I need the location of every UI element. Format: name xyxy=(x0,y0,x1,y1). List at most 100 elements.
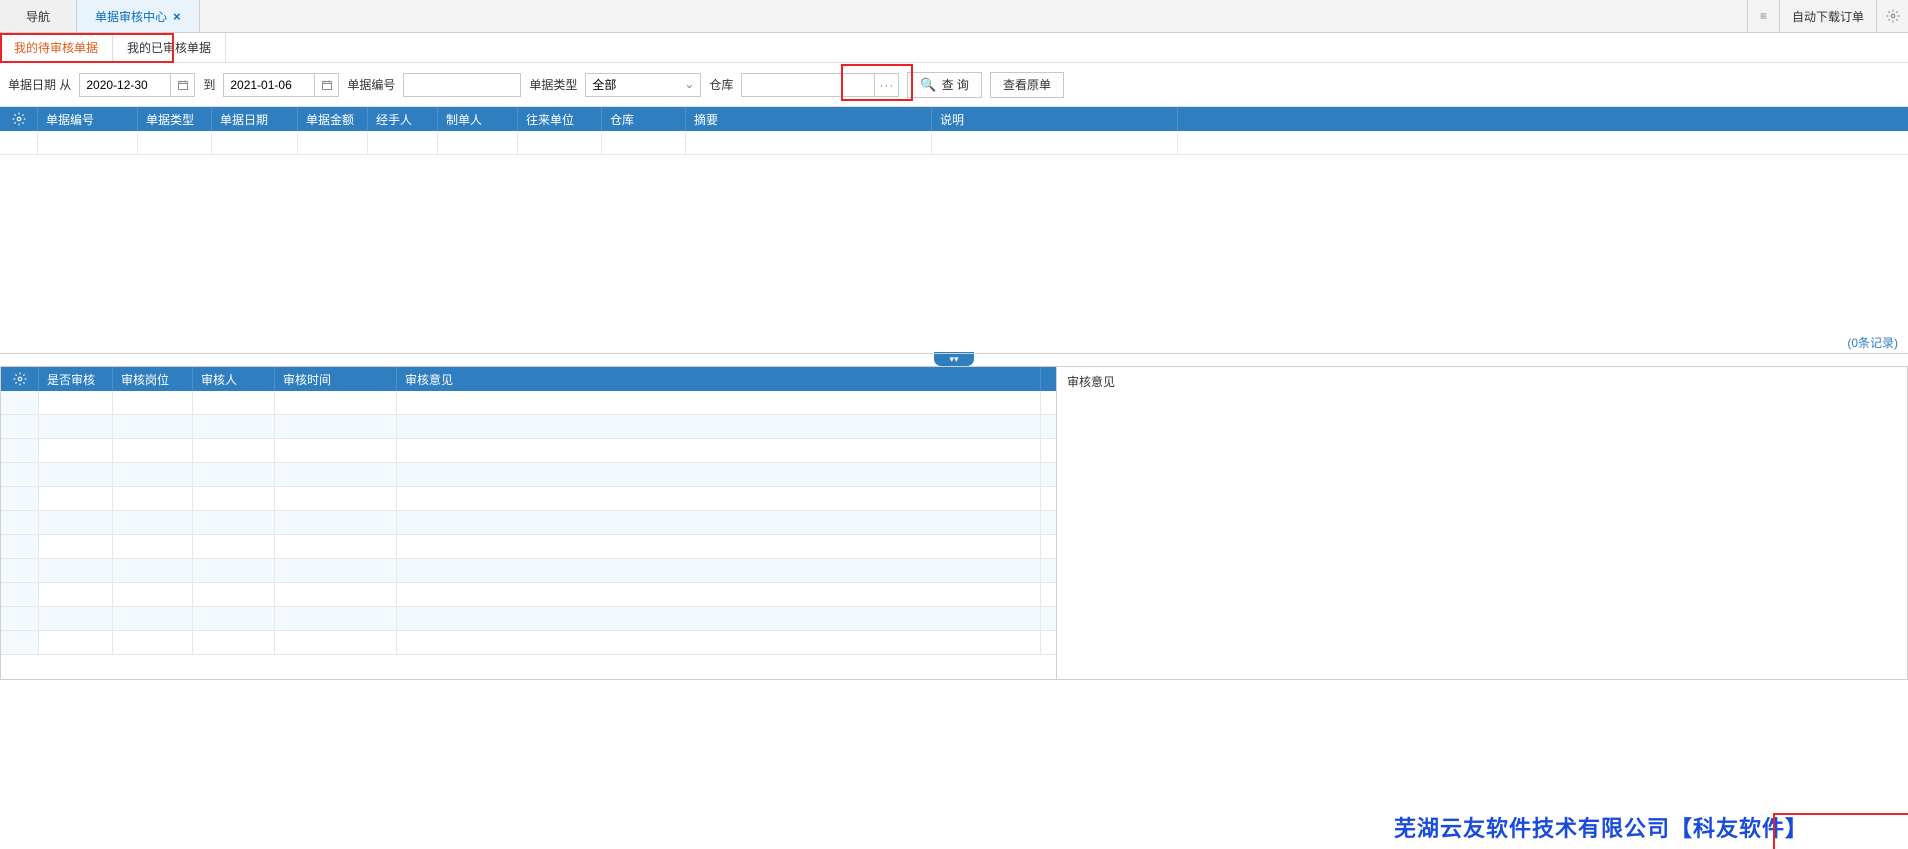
close-icon[interactable]: × xyxy=(173,9,181,24)
doc-number-input[interactable] xyxy=(403,73,521,97)
row-gutter xyxy=(1,511,39,534)
view-original-label: 查看原单 xyxy=(1003,76,1051,93)
watermark-text: 芜湖云友软件技术有限公司【科友软件】 xyxy=(1394,811,1808,843)
column-header[interactable]: 制单人 xyxy=(438,107,518,131)
main-table-header: 单据编号单据类型单据日期单据金额经手人制单人往来单位仓库摘要说明 xyxy=(0,107,1908,131)
table-cell xyxy=(193,607,275,630)
table-row[interactable] xyxy=(1,391,1056,415)
column-header[interactable]: 是否审核 xyxy=(39,367,113,391)
view-original-button[interactable]: 查看原单 xyxy=(990,72,1064,98)
table-row[interactable] xyxy=(1,439,1056,463)
audit-opinion-title: 审核意见 xyxy=(1067,375,1115,389)
table-cell xyxy=(275,415,397,438)
column-header[interactable]: 单据金额 xyxy=(298,107,368,131)
table-cell xyxy=(39,439,113,462)
tab-my-pending[interactable]: 我的待审核单据 xyxy=(0,33,113,62)
table-row[interactable] xyxy=(1,511,1056,535)
ellipsis-icon[interactable]: ··· xyxy=(875,73,899,97)
table-cell xyxy=(518,131,602,154)
table-cell xyxy=(39,487,113,510)
table-cell xyxy=(298,131,368,154)
tab-spacer xyxy=(200,0,1747,32)
calendar-icon[interactable] xyxy=(171,73,195,97)
column-header[interactable]: 说明 xyxy=(932,107,1178,131)
audit-table-body xyxy=(1,391,1056,655)
table-cell xyxy=(113,535,193,558)
table-cell xyxy=(39,559,113,582)
tab-my-pending-label: 我的待审核单据 xyxy=(14,39,98,56)
column-header[interactable]: 单据类型 xyxy=(138,107,212,131)
table-cell xyxy=(39,415,113,438)
table-cell xyxy=(193,511,275,534)
doc-type-select[interactable]: 全部 xyxy=(585,73,701,97)
table-row[interactable] xyxy=(1,607,1056,631)
table-cell xyxy=(275,535,397,558)
gear-icon[interactable] xyxy=(1,367,39,391)
column-header[interactable]: 单据编号 xyxy=(38,107,138,131)
table-cell xyxy=(686,131,932,154)
column-header[interactable]: 往来单位 xyxy=(518,107,602,131)
table-row[interactable] xyxy=(1,487,1056,511)
table-row[interactable] xyxy=(1,583,1056,607)
gear-icon[interactable] xyxy=(0,107,38,131)
table-cell xyxy=(397,631,1041,654)
row-gutter xyxy=(1,391,39,414)
column-header[interactable]: 摘要 xyxy=(686,107,932,131)
column-header[interactable]: 审核时间 xyxy=(275,367,397,391)
table-cell xyxy=(275,631,397,654)
table-cell xyxy=(397,487,1041,510)
table-cell xyxy=(193,487,275,510)
date-to-input[interactable]: 2021-01-06 xyxy=(223,73,315,97)
tab-navigation[interactable]: 导航 xyxy=(0,0,77,32)
table-cell xyxy=(39,391,113,414)
row-gutter xyxy=(1,415,39,438)
table-cell xyxy=(397,511,1041,534)
list-icon[interactable]: ≡ xyxy=(1747,0,1779,32)
tab-audit-center-label: 单据审核中心 xyxy=(95,8,167,25)
column-header[interactable]: 经手人 xyxy=(368,107,438,131)
doc-type-value: 全部 xyxy=(592,76,616,93)
table-cell xyxy=(39,463,113,486)
table-row[interactable] xyxy=(1,535,1056,559)
date-from-value: 2020-12-30 xyxy=(86,78,147,92)
tab-audit-center[interactable]: 单据审核中心 × xyxy=(77,0,200,32)
column-header[interactable]: 审核岗位 xyxy=(113,367,193,391)
table-row[interactable] xyxy=(1,559,1056,583)
date-to-label: 到 xyxy=(203,76,215,93)
row-gutter xyxy=(1,487,39,510)
table-cell xyxy=(368,131,438,154)
table-cell xyxy=(397,463,1041,486)
tab-my-approved[interactable]: 我的已审核单据 xyxy=(113,33,226,62)
row-gutter xyxy=(1,583,39,606)
date-from-label: 单据日期 从 xyxy=(8,76,71,93)
table-row[interactable] xyxy=(0,131,1908,155)
column-header[interactable]: 审核意见 xyxy=(397,367,1041,391)
table-cell xyxy=(275,391,397,414)
column-header[interactable]: 仓库 xyxy=(602,107,686,131)
table-row[interactable] xyxy=(1,415,1056,439)
search-button-label: 查 询 xyxy=(942,76,969,93)
table-cell xyxy=(275,487,397,510)
table-row[interactable] xyxy=(1,631,1056,655)
date-from-input[interactable]: 2020-12-30 xyxy=(79,73,171,97)
calendar-icon[interactable] xyxy=(315,73,339,97)
column-header[interactable]: 单据日期 xyxy=(212,107,298,131)
table-cell xyxy=(275,559,397,582)
splitter-grip[interactable]: ▾▾ xyxy=(934,352,974,366)
table-row[interactable] xyxy=(1,463,1056,487)
warehouse-input[interactable] xyxy=(741,73,875,97)
gear-icon[interactable] xyxy=(1876,0,1908,32)
table-cell xyxy=(275,463,397,486)
search-button[interactable]: 🔍 查 询 xyxy=(907,72,982,98)
highlight-box-corner xyxy=(1773,813,1908,849)
column-header[interactable]: 审核人 xyxy=(193,367,275,391)
table-cell xyxy=(397,439,1041,462)
row-gutter xyxy=(1,439,39,462)
auto-download-order-button[interactable]: 自动下载订单 xyxy=(1779,0,1876,32)
row-gutter xyxy=(1,631,39,654)
table-cell xyxy=(275,583,397,606)
table-cell xyxy=(193,391,275,414)
tab-my-approved-label: 我的已审核单据 xyxy=(127,39,211,56)
record-count-text: (0条记录) xyxy=(1847,334,1898,351)
lower-pane: 是否审核审核岗位审核人审核时间审核意见 审核意见 xyxy=(0,366,1908,680)
